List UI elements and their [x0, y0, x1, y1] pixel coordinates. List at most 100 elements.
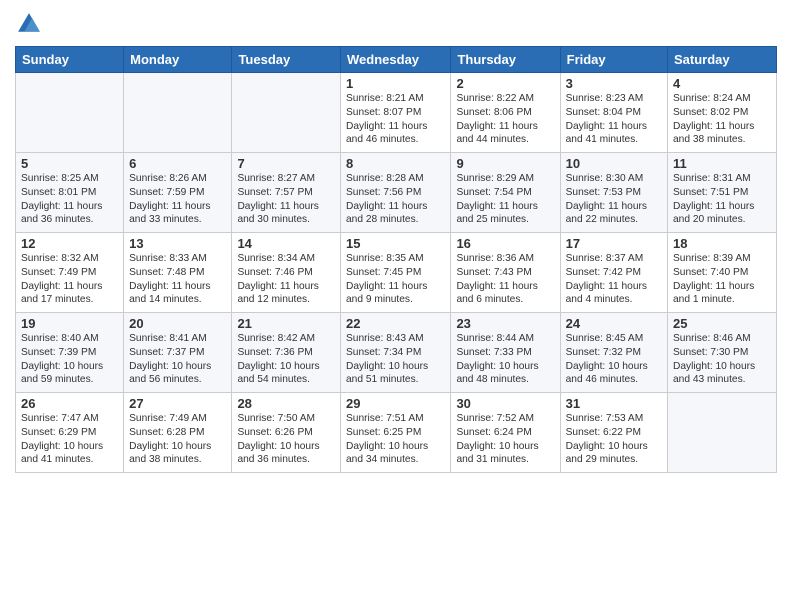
- day-info: Sunrise: 7:50 AM Sunset: 6:26 PM Dayligh…: [237, 412, 335, 467]
- day-number: 23: [456, 316, 554, 331]
- day-number: 27: [129, 396, 226, 411]
- calendar-cell: 12Sunrise: 8:32 AM Sunset: 7:49 PM Dayli…: [16, 233, 124, 313]
- day-number: 7: [237, 156, 335, 171]
- day-number: 28: [237, 396, 335, 411]
- day-number: 16: [456, 236, 554, 251]
- day-info: Sunrise: 8:23 AM Sunset: 8:04 PM Dayligh…: [566, 92, 662, 147]
- logo: [15, 10, 47, 38]
- weekday-header-tuesday: Tuesday: [232, 47, 341, 73]
- day-info: Sunrise: 8:26 AM Sunset: 7:59 PM Dayligh…: [129, 172, 226, 227]
- day-number: 1: [346, 76, 445, 91]
- day-info: Sunrise: 8:28 AM Sunset: 7:56 PM Dayligh…: [346, 172, 445, 227]
- calendar-cell: 28Sunrise: 7:50 AM Sunset: 6:26 PM Dayli…: [232, 393, 341, 473]
- day-number: 9: [456, 156, 554, 171]
- day-info: Sunrise: 8:39 AM Sunset: 7:40 PM Dayligh…: [673, 252, 771, 307]
- week-row-1: 1Sunrise: 8:21 AM Sunset: 8:07 PM Daylig…: [16, 73, 777, 153]
- day-info: Sunrise: 8:35 AM Sunset: 7:45 PM Dayligh…: [346, 252, 445, 307]
- weekday-header-monday: Monday: [124, 47, 232, 73]
- day-number: 31: [566, 396, 662, 411]
- calendar-cell: 1Sunrise: 8:21 AM Sunset: 8:07 PM Daylig…: [341, 73, 451, 153]
- calendar-cell: 9Sunrise: 8:29 AM Sunset: 7:54 PM Daylig…: [451, 153, 560, 233]
- day-number: 14: [237, 236, 335, 251]
- header-area: [15, 10, 777, 38]
- day-number: 20: [129, 316, 226, 331]
- calendar-cell: 13Sunrise: 8:33 AM Sunset: 7:48 PM Dayli…: [124, 233, 232, 313]
- weekday-header-thursday: Thursday: [451, 47, 560, 73]
- day-info: Sunrise: 7:53 AM Sunset: 6:22 PM Dayligh…: [566, 412, 662, 467]
- calendar-cell: 14Sunrise: 8:34 AM Sunset: 7:46 PM Dayli…: [232, 233, 341, 313]
- weekday-header-row: SundayMondayTuesdayWednesdayThursdayFrid…: [16, 47, 777, 73]
- day-number: 3: [566, 76, 662, 91]
- day-info: Sunrise: 8:25 AM Sunset: 8:01 PM Dayligh…: [21, 172, 118, 227]
- day-number: 29: [346, 396, 445, 411]
- day-number: 24: [566, 316, 662, 331]
- calendar-cell: 26Sunrise: 7:47 AM Sunset: 6:29 PM Dayli…: [16, 393, 124, 473]
- day-info: Sunrise: 7:49 AM Sunset: 6:28 PM Dayligh…: [129, 412, 226, 467]
- day-info: Sunrise: 8:45 AM Sunset: 7:32 PM Dayligh…: [566, 332, 662, 387]
- calendar-cell: 3Sunrise: 8:23 AM Sunset: 8:04 PM Daylig…: [560, 73, 667, 153]
- calendar-cell: 22Sunrise: 8:43 AM Sunset: 7:34 PM Dayli…: [341, 313, 451, 393]
- calendar-cell: 11Sunrise: 8:31 AM Sunset: 7:51 PM Dayli…: [668, 153, 777, 233]
- day-number: 4: [673, 76, 771, 91]
- day-info: Sunrise: 8:31 AM Sunset: 7:51 PM Dayligh…: [673, 172, 771, 227]
- day-info: Sunrise: 8:43 AM Sunset: 7:34 PM Dayligh…: [346, 332, 445, 387]
- calendar-cell: 31Sunrise: 7:53 AM Sunset: 6:22 PM Dayli…: [560, 393, 667, 473]
- weekday-header-saturday: Saturday: [668, 47, 777, 73]
- calendar-cell: 24Sunrise: 8:45 AM Sunset: 7:32 PM Dayli…: [560, 313, 667, 393]
- day-info: Sunrise: 8:46 AM Sunset: 7:30 PM Dayligh…: [673, 332, 771, 387]
- day-info: Sunrise: 8:40 AM Sunset: 7:39 PM Dayligh…: [21, 332, 118, 387]
- calendar-cell: 7Sunrise: 8:27 AM Sunset: 7:57 PM Daylig…: [232, 153, 341, 233]
- day-info: Sunrise: 8:42 AM Sunset: 7:36 PM Dayligh…: [237, 332, 335, 387]
- calendar-cell: [16, 73, 124, 153]
- calendar-cell: 5Sunrise: 8:25 AM Sunset: 8:01 PM Daylig…: [16, 153, 124, 233]
- calendar-cell: 25Sunrise: 8:46 AM Sunset: 7:30 PM Dayli…: [668, 313, 777, 393]
- day-info: Sunrise: 8:32 AM Sunset: 7:49 PM Dayligh…: [21, 252, 118, 307]
- calendar-cell: 17Sunrise: 8:37 AM Sunset: 7:42 PM Dayli…: [560, 233, 667, 313]
- day-info: Sunrise: 7:47 AM Sunset: 6:29 PM Dayligh…: [21, 412, 118, 467]
- calendar-cell: [668, 393, 777, 473]
- calendar-cell: 18Sunrise: 8:39 AM Sunset: 7:40 PM Dayli…: [668, 233, 777, 313]
- day-number: 2: [456, 76, 554, 91]
- calendar-table: SundayMondayTuesdayWednesdayThursdayFrid…: [15, 46, 777, 473]
- day-number: 15: [346, 236, 445, 251]
- week-row-2: 5Sunrise: 8:25 AM Sunset: 8:01 PM Daylig…: [16, 153, 777, 233]
- day-number: 19: [21, 316, 118, 331]
- day-number: 26: [21, 396, 118, 411]
- week-row-3: 12Sunrise: 8:32 AM Sunset: 7:49 PM Dayli…: [16, 233, 777, 313]
- calendar-cell: 23Sunrise: 8:44 AM Sunset: 7:33 PM Dayli…: [451, 313, 560, 393]
- calendar-cell: 10Sunrise: 8:30 AM Sunset: 7:53 PM Dayli…: [560, 153, 667, 233]
- day-number: 6: [129, 156, 226, 171]
- page: SundayMondayTuesdayWednesdayThursdayFrid…: [0, 0, 792, 612]
- week-row-5: 26Sunrise: 7:47 AM Sunset: 6:29 PM Dayli…: [16, 393, 777, 473]
- calendar-cell: [124, 73, 232, 153]
- day-number: 25: [673, 316, 771, 331]
- day-number: 5: [21, 156, 118, 171]
- day-info: Sunrise: 8:30 AM Sunset: 7:53 PM Dayligh…: [566, 172, 662, 227]
- day-number: 11: [673, 156, 771, 171]
- calendar-cell: [232, 73, 341, 153]
- day-info: Sunrise: 8:27 AM Sunset: 7:57 PM Dayligh…: [237, 172, 335, 227]
- calendar-cell: 30Sunrise: 7:52 AM Sunset: 6:24 PM Dayli…: [451, 393, 560, 473]
- day-number: 22: [346, 316, 445, 331]
- calendar-cell: 8Sunrise: 8:28 AM Sunset: 7:56 PM Daylig…: [341, 153, 451, 233]
- calendar-cell: 20Sunrise: 8:41 AM Sunset: 7:37 PM Dayli…: [124, 313, 232, 393]
- day-number: 18: [673, 236, 771, 251]
- logo-icon: [15, 10, 43, 38]
- day-info: Sunrise: 8:33 AM Sunset: 7:48 PM Dayligh…: [129, 252, 226, 307]
- weekday-header-sunday: Sunday: [16, 47, 124, 73]
- day-info: Sunrise: 8:22 AM Sunset: 8:06 PM Dayligh…: [456, 92, 554, 147]
- day-number: 10: [566, 156, 662, 171]
- week-row-4: 19Sunrise: 8:40 AM Sunset: 7:39 PM Dayli…: [16, 313, 777, 393]
- day-info: Sunrise: 8:29 AM Sunset: 7:54 PM Dayligh…: [456, 172, 554, 227]
- day-number: 21: [237, 316, 335, 331]
- day-number: 13: [129, 236, 226, 251]
- calendar-cell: 16Sunrise: 8:36 AM Sunset: 7:43 PM Dayli…: [451, 233, 560, 313]
- day-number: 30: [456, 396, 554, 411]
- day-info: Sunrise: 8:37 AM Sunset: 7:42 PM Dayligh…: [566, 252, 662, 307]
- day-number: 8: [346, 156, 445, 171]
- calendar-cell: 6Sunrise: 8:26 AM Sunset: 7:59 PM Daylig…: [124, 153, 232, 233]
- day-info: Sunrise: 8:44 AM Sunset: 7:33 PM Dayligh…: [456, 332, 554, 387]
- day-info: Sunrise: 8:21 AM Sunset: 8:07 PM Dayligh…: [346, 92, 445, 147]
- weekday-header-wednesday: Wednesday: [341, 47, 451, 73]
- day-number: 12: [21, 236, 118, 251]
